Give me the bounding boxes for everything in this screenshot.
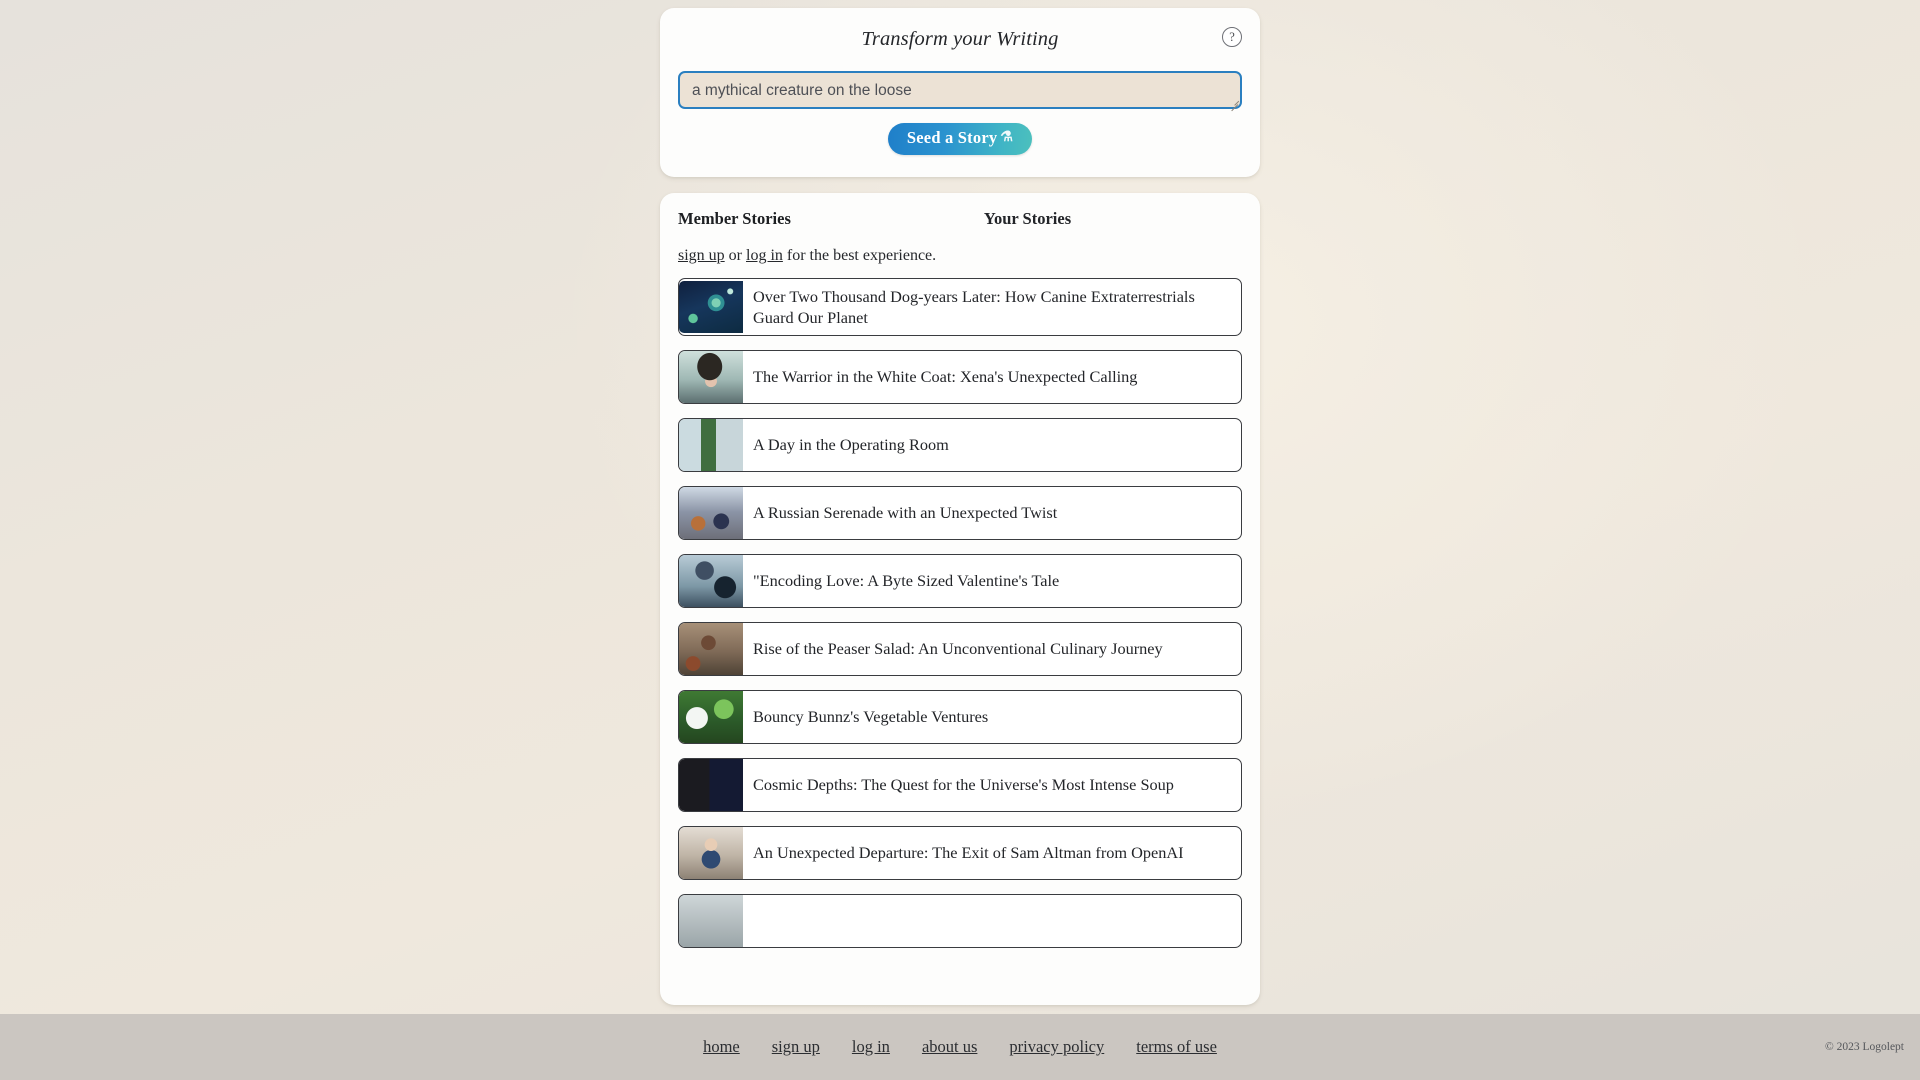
story-title: Cosmic Depths: The Quest for the Univers… [753, 775, 1174, 794]
page-title: Transform your Writing [861, 27, 1059, 50]
seed-a-story-button[interactable]: Seed a Story ⚗ [887, 123, 1033, 155]
tab-member-stories[interactable]: Member Stories [678, 209, 791, 229]
story-thumbnail [679, 622, 743, 675]
story-list-item[interactable]: A Russian Serenade with an Unexpected Tw… [678, 485, 1242, 540]
center-column: Transform your Writing ? Seed a Story ⚗ … [660, 0, 1260, 1005]
page-content: Transform your Writing ? Seed a Story ⚗ … [0, 0, 1920, 1014]
story-thumbnail [679, 554, 743, 607]
story-list-item[interactable]: Over Two Thousand Dog-years Later: How C… [678, 277, 1242, 336]
footer-links: home sign up log in about us privacy pol… [0, 1037, 1920, 1057]
story-thumbnail [679, 758, 743, 811]
site-footer: home sign up log in about us privacy pol… [0, 1014, 1920, 1080]
footer-link-log-in[interactable]: log in [852, 1037, 890, 1057]
stories-card: Member Stories Your Stories sign up or l… [660, 192, 1260, 1005]
story-list-item[interactable]: A Day in the Operating Room [678, 417, 1242, 472]
story-thumbnail [679, 350, 743, 403]
prompt-input-wrap [678, 71, 1242, 112]
story-list-item[interactable]: An Unexpected Departure: The Exit of Sam… [678, 825, 1242, 880]
story-prompt-input[interactable] [678, 71, 1242, 109]
story-thumbnail [679, 418, 743, 471]
story-title: A Day in the Operating Room [753, 435, 949, 454]
signup-link[interactable]: sign up [678, 247, 725, 264]
story-title: Over Two Thousand Dog-years Later: How C… [753, 286, 1195, 327]
story-title: "Encoding Love: A Byte Sized Valentine's… [753, 571, 1060, 590]
tab-your-stories[interactable]: Your Stories [984, 209, 1071, 229]
composer-card: Transform your Writing ? Seed a Story ⚗ [660, 8, 1260, 177]
login-link[interactable]: log in [746, 247, 783, 264]
auth-notice: sign up or log in for the best experienc… [678, 247, 1242, 265]
story-thumbnail [679, 486, 743, 539]
footer-link-privacy-policy[interactable]: privacy policy [1009, 1037, 1104, 1057]
story-title: Rise of the Peaser Salad: An Unconventio… [753, 639, 1163, 658]
seed-a-story-label: Seed a Story [906, 128, 998, 147]
footer-link-home[interactable]: home [703, 1037, 740, 1057]
story-thumbnail [679, 826, 743, 879]
story-title: A Russian Serenade with an Unexpected Tw… [753, 503, 1058, 522]
help-icon[interactable]: ? [1222, 27, 1242, 47]
story-title [743, 895, 1241, 947]
flask-icon: ⚗ [1000, 130, 1014, 146]
footer-link-sign-up[interactable]: sign up [772, 1037, 820, 1057]
story-list-item[interactable]: "Encoding Love: A Byte Sized Valentine's… [678, 553, 1242, 608]
story-list-item[interactable]: Bouncy Bunnz's Vegetable Ventures [678, 689, 1242, 744]
story-list: Over Two Thousand Dog-years Later: How C… [678, 277, 1242, 948]
story-list-item[interactable]: Cosmic Depths: The Quest for the Univers… [678, 757, 1242, 812]
story-list-item[interactable]: The Warrior in the White Coat: Xena's Un… [678, 349, 1242, 404]
story-list-item-partial[interactable] [678, 893, 1242, 948]
story-list-item[interactable]: Rise of the Peaser Salad: An Unconventio… [678, 621, 1242, 676]
story-title: Bouncy Bunnz's Vegetable Ventures [753, 707, 989, 726]
story-thumbnail [679, 894, 743, 947]
copyright-text: © 2023 Logolept [1824, 1041, 1904, 1053]
footer-link-about-us[interactable]: about us [922, 1037, 977, 1057]
stories-tabs: Member Stories Your Stories [678, 209, 1242, 229]
story-title: An Unexpected Departure: The Exit of Sam… [753, 843, 1184, 862]
story-thumbnail [679, 690, 743, 743]
notice-suffix: for the best experience. [782, 246, 937, 264]
composer-header: Transform your Writing ? [678, 24, 1242, 54]
story-thumbnail [679, 280, 743, 333]
footer-link-terms-of-use[interactable]: terms of use [1136, 1037, 1217, 1057]
composer-actions: Seed a Story ⚗ [678, 123, 1242, 155]
story-title: The Warrior in the White Coat: Xena's Un… [753, 367, 1138, 386]
notice-separator: or [724, 246, 746, 264]
